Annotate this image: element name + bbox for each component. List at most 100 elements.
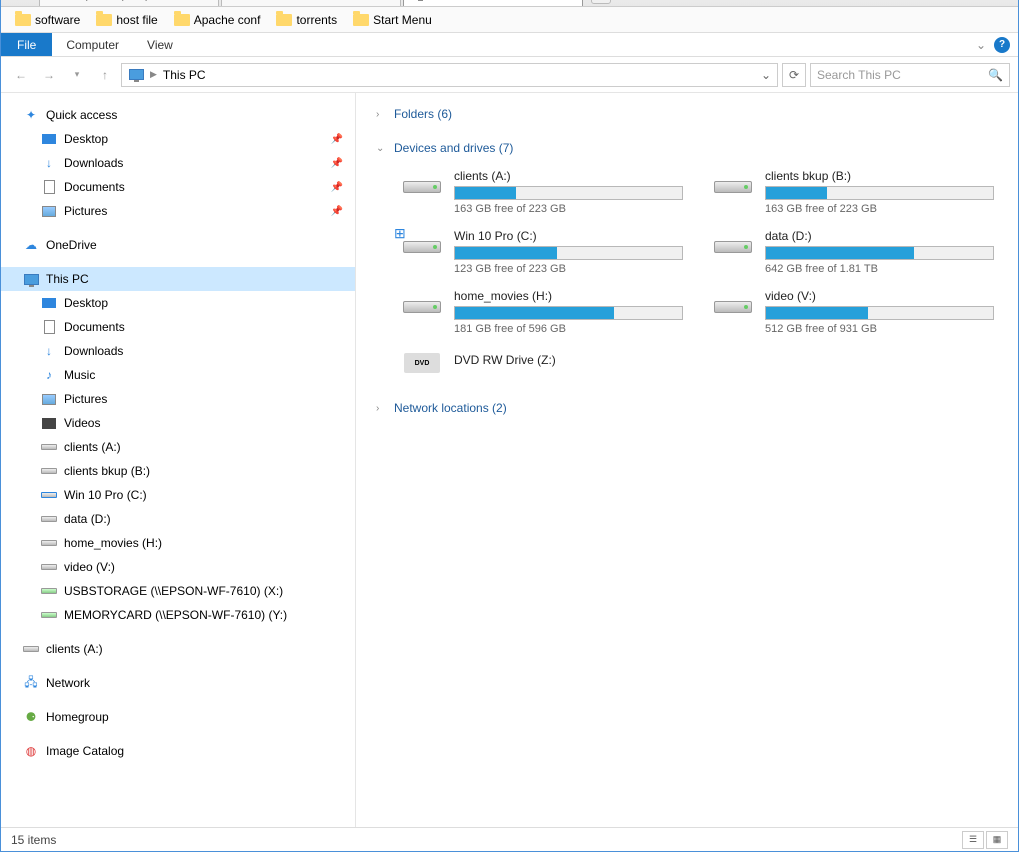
sidebar-item-memorycard-epson-wf-7610-y[interactable]: MEMORYCARD (\\EPSON-WF-7610) (Y:) bbox=[1, 603, 355, 627]
search-box[interactable]: 🔍 bbox=[810, 63, 1010, 87]
network-icon: 🖧 bbox=[23, 675, 39, 691]
sidebar-item-data-d[interactable]: data (D:) bbox=[1, 507, 355, 531]
bookmark-torrents[interactable]: torrents bbox=[270, 11, 343, 29]
sidebar-item-label: Win 10 Pro (C:) bbox=[64, 488, 147, 502]
sidebar-item-label: Desktop bbox=[64, 296, 108, 310]
sidebar-item-videos[interactable]: Videos bbox=[1, 411, 355, 435]
address-dropdown-icon[interactable]: ⌄ bbox=[761, 68, 771, 82]
folders-section-label: Folders (6) bbox=[394, 107, 452, 121]
drive-name: Win 10 Pro (C:) bbox=[454, 229, 683, 243]
onedrive-icon: ☁ bbox=[23, 237, 39, 253]
drive-home-movies-h[interactable]: home_movies (H:) 181 GB free of 596 GB bbox=[396, 285, 687, 339]
folder-icon bbox=[276, 14, 292, 26]
crumb-separator-icon: ▶ bbox=[150, 69, 157, 80]
devices-section-label: Devices and drives (7) bbox=[394, 141, 513, 155]
address-bar[interactable]: ▶ This PC ⌄ bbox=[121, 63, 778, 87]
computer-menu[interactable]: Computer bbox=[52, 33, 133, 56]
sidebar-item-win-10-pro-c[interactable]: Win 10 Pro (C:) bbox=[1, 483, 355, 507]
sidebar-item-clients-a[interactable]: clients (A:) bbox=[1, 637, 355, 661]
drive-video-v[interactable]: video (V:) 512 GB free of 931 GB bbox=[707, 285, 998, 339]
tab-label: D:\pams-ipod\photos bbox=[70, 0, 181, 1]
tab-0[interactable]: D:\pams-ipod\photos✕ bbox=[39, 0, 219, 6]
sidebar-item-downloads[interactable]: ↓Downloads bbox=[1, 339, 355, 363]
sidebar-item-clients-bkup-b[interactable]: clients bkup (B:) bbox=[1, 459, 355, 483]
search-icon[interactable]: 🔍 bbox=[988, 68, 1003, 82]
sidebar-item-label: Videos bbox=[64, 416, 100, 430]
network-section-header[interactable]: › Network locations (2) bbox=[376, 397, 998, 419]
hdd-icon bbox=[41, 511, 57, 527]
sidebar-item-label: Documents bbox=[64, 180, 125, 194]
bookmark-label: torrents bbox=[296, 13, 337, 27]
sidebar-item-desktop[interactable]: Desktop bbox=[1, 291, 355, 315]
bookmarks-bar: software host file Apache conf torrents Star… bbox=[1, 7, 1018, 33]
refresh-button[interactable]: ⟳ bbox=[782, 63, 806, 87]
bookmark-label: host file bbox=[116, 13, 157, 27]
pin-icon: 📌 bbox=[331, 206, 343, 217]
ribbon-expand-icon[interactable]: ⌄ bbox=[976, 38, 986, 52]
bookmark-host-file[interactable]: host file bbox=[90, 11, 163, 29]
back-button[interactable]: ← bbox=[9, 63, 33, 87]
tab-1[interactable]: ↓Downloads✕ bbox=[221, 0, 401, 6]
new-tab-button[interactable]: + bbox=[591, 0, 611, 4]
recent-dropdown[interactable]: ▾ bbox=[65, 63, 89, 87]
sidebar-item-label: Documents bbox=[64, 320, 125, 334]
tab-2[interactable]: This PC✕ bbox=[403, 0, 583, 6]
bookmark-apache-conf[interactable]: Apache conf bbox=[168, 11, 267, 29]
sidebar-item-this-pc[interactable]: This PC bbox=[1, 267, 355, 291]
help-icon[interactable]: ? bbox=[994, 37, 1010, 53]
icons-view-button[interactable]: ▦ bbox=[986, 831, 1008, 849]
breadcrumb-location[interactable]: This PC bbox=[163, 68, 206, 82]
devices-section-header[interactable]: ⌄ Devices and drives (7) bbox=[376, 137, 998, 159]
drive-clients-bkup-b[interactable]: clients bkup (B:) 163 GB free of 223 GB bbox=[707, 165, 998, 219]
sidebar-item-label: Network bbox=[46, 676, 90, 690]
dvd-drive[interactable]: DVD DVD RW Drive (Z:) bbox=[396, 341, 687, 385]
sidebar-item-network[interactable]: 🖧 Network bbox=[1, 671, 355, 695]
ribbon-menu: File Computer View ⌄ ? bbox=[1, 33, 1018, 57]
folders-section-header[interactable]: › Folders (6) bbox=[376, 103, 998, 125]
tools-icon[interactable] bbox=[9, 0, 33, 6]
details-view-button[interactable]: ☰ bbox=[962, 831, 984, 849]
sidebar-item-desktop[interactable]: Desktop📌 bbox=[1, 127, 355, 151]
hdd-icon bbox=[711, 229, 755, 265]
bookmark-label: Apache conf bbox=[194, 13, 261, 27]
pin-icon: 📌 bbox=[331, 158, 343, 169]
sidebar-item-documents[interactable]: Documents bbox=[1, 315, 355, 339]
desktop-icon bbox=[41, 295, 57, 311]
search-input[interactable] bbox=[817, 68, 988, 82]
file-menu[interactable]: File bbox=[1, 33, 52, 56]
sidebar-item-label: Image Catalog bbox=[46, 744, 124, 758]
sidebar-item-quick-access[interactable]: ✦Quick access bbox=[1, 103, 355, 127]
sidebar-item-label: Downloads bbox=[64, 156, 123, 170]
sidebar-item-pictures[interactable]: Pictures bbox=[1, 387, 355, 411]
dvd-icon: DVD bbox=[400, 345, 444, 381]
bookmark-start-menu[interactable]: Start Menu bbox=[347, 11, 438, 29]
view-menu[interactable]: View bbox=[133, 33, 187, 56]
forward-button[interactable]: → bbox=[37, 63, 61, 87]
sidebar-item-documents[interactable]: Documents📌 bbox=[1, 175, 355, 199]
bookmark-software[interactable]: software bbox=[9, 11, 86, 29]
chevron-right-icon: › bbox=[376, 403, 388, 414]
sidebar-item-video-v[interactable]: video (V:) bbox=[1, 555, 355, 579]
sidebar-item-music[interactable]: ♪Music bbox=[1, 363, 355, 387]
folder-icon bbox=[353, 14, 369, 26]
sidebar-item-image-catalog[interactable]: ◍Image Catalog bbox=[1, 739, 355, 763]
drive-win-10-pro-c[interactable]: ⊞ Win 10 Pro (C:) 123 GB free of 223 GB bbox=[396, 225, 687, 279]
up-button[interactable]: ↑ bbox=[93, 63, 117, 87]
sidebar-item-clients-a[interactable]: clients (A:) bbox=[1, 435, 355, 459]
sidebar-item-home-movies-h[interactable]: home_movies (H:) bbox=[1, 531, 355, 555]
drive-name: home_movies (H:) bbox=[454, 289, 683, 303]
sidebar-item-onedrive[interactable]: ☁OneDrive bbox=[1, 233, 355, 257]
sidebar-item-homegroup[interactable]: ⚈Homegroup bbox=[1, 705, 355, 729]
drive-name: clients bkup (B:) bbox=[765, 169, 994, 183]
drive-clients-a[interactable]: clients (A:) 163 GB free of 223 GB bbox=[396, 165, 687, 219]
sidebar-item-usbstorage-epson-wf-7610-x[interactable]: USBSTORAGE (\\EPSON-WF-7610) (X:) bbox=[1, 579, 355, 603]
sidebar-item-pictures[interactable]: Pictures 📌 bbox=[1, 199, 355, 223]
folder-icon bbox=[96, 14, 112, 26]
drive-name: clients (A:) bbox=[454, 169, 683, 183]
sidebar-item-label: data (D:) bbox=[64, 512, 111, 526]
sidebar-item-downloads[interactable]: ↓Downloads📌 bbox=[1, 151, 355, 175]
sidebar-item-label: Pictures bbox=[64, 204, 107, 218]
drive-capacity-bar bbox=[765, 306, 994, 320]
drive-data-d[interactable]: data (D:) 642 GB free of 1.81 TB bbox=[707, 225, 998, 279]
sidebar-item-label: clients bkup (B:) bbox=[64, 464, 150, 478]
